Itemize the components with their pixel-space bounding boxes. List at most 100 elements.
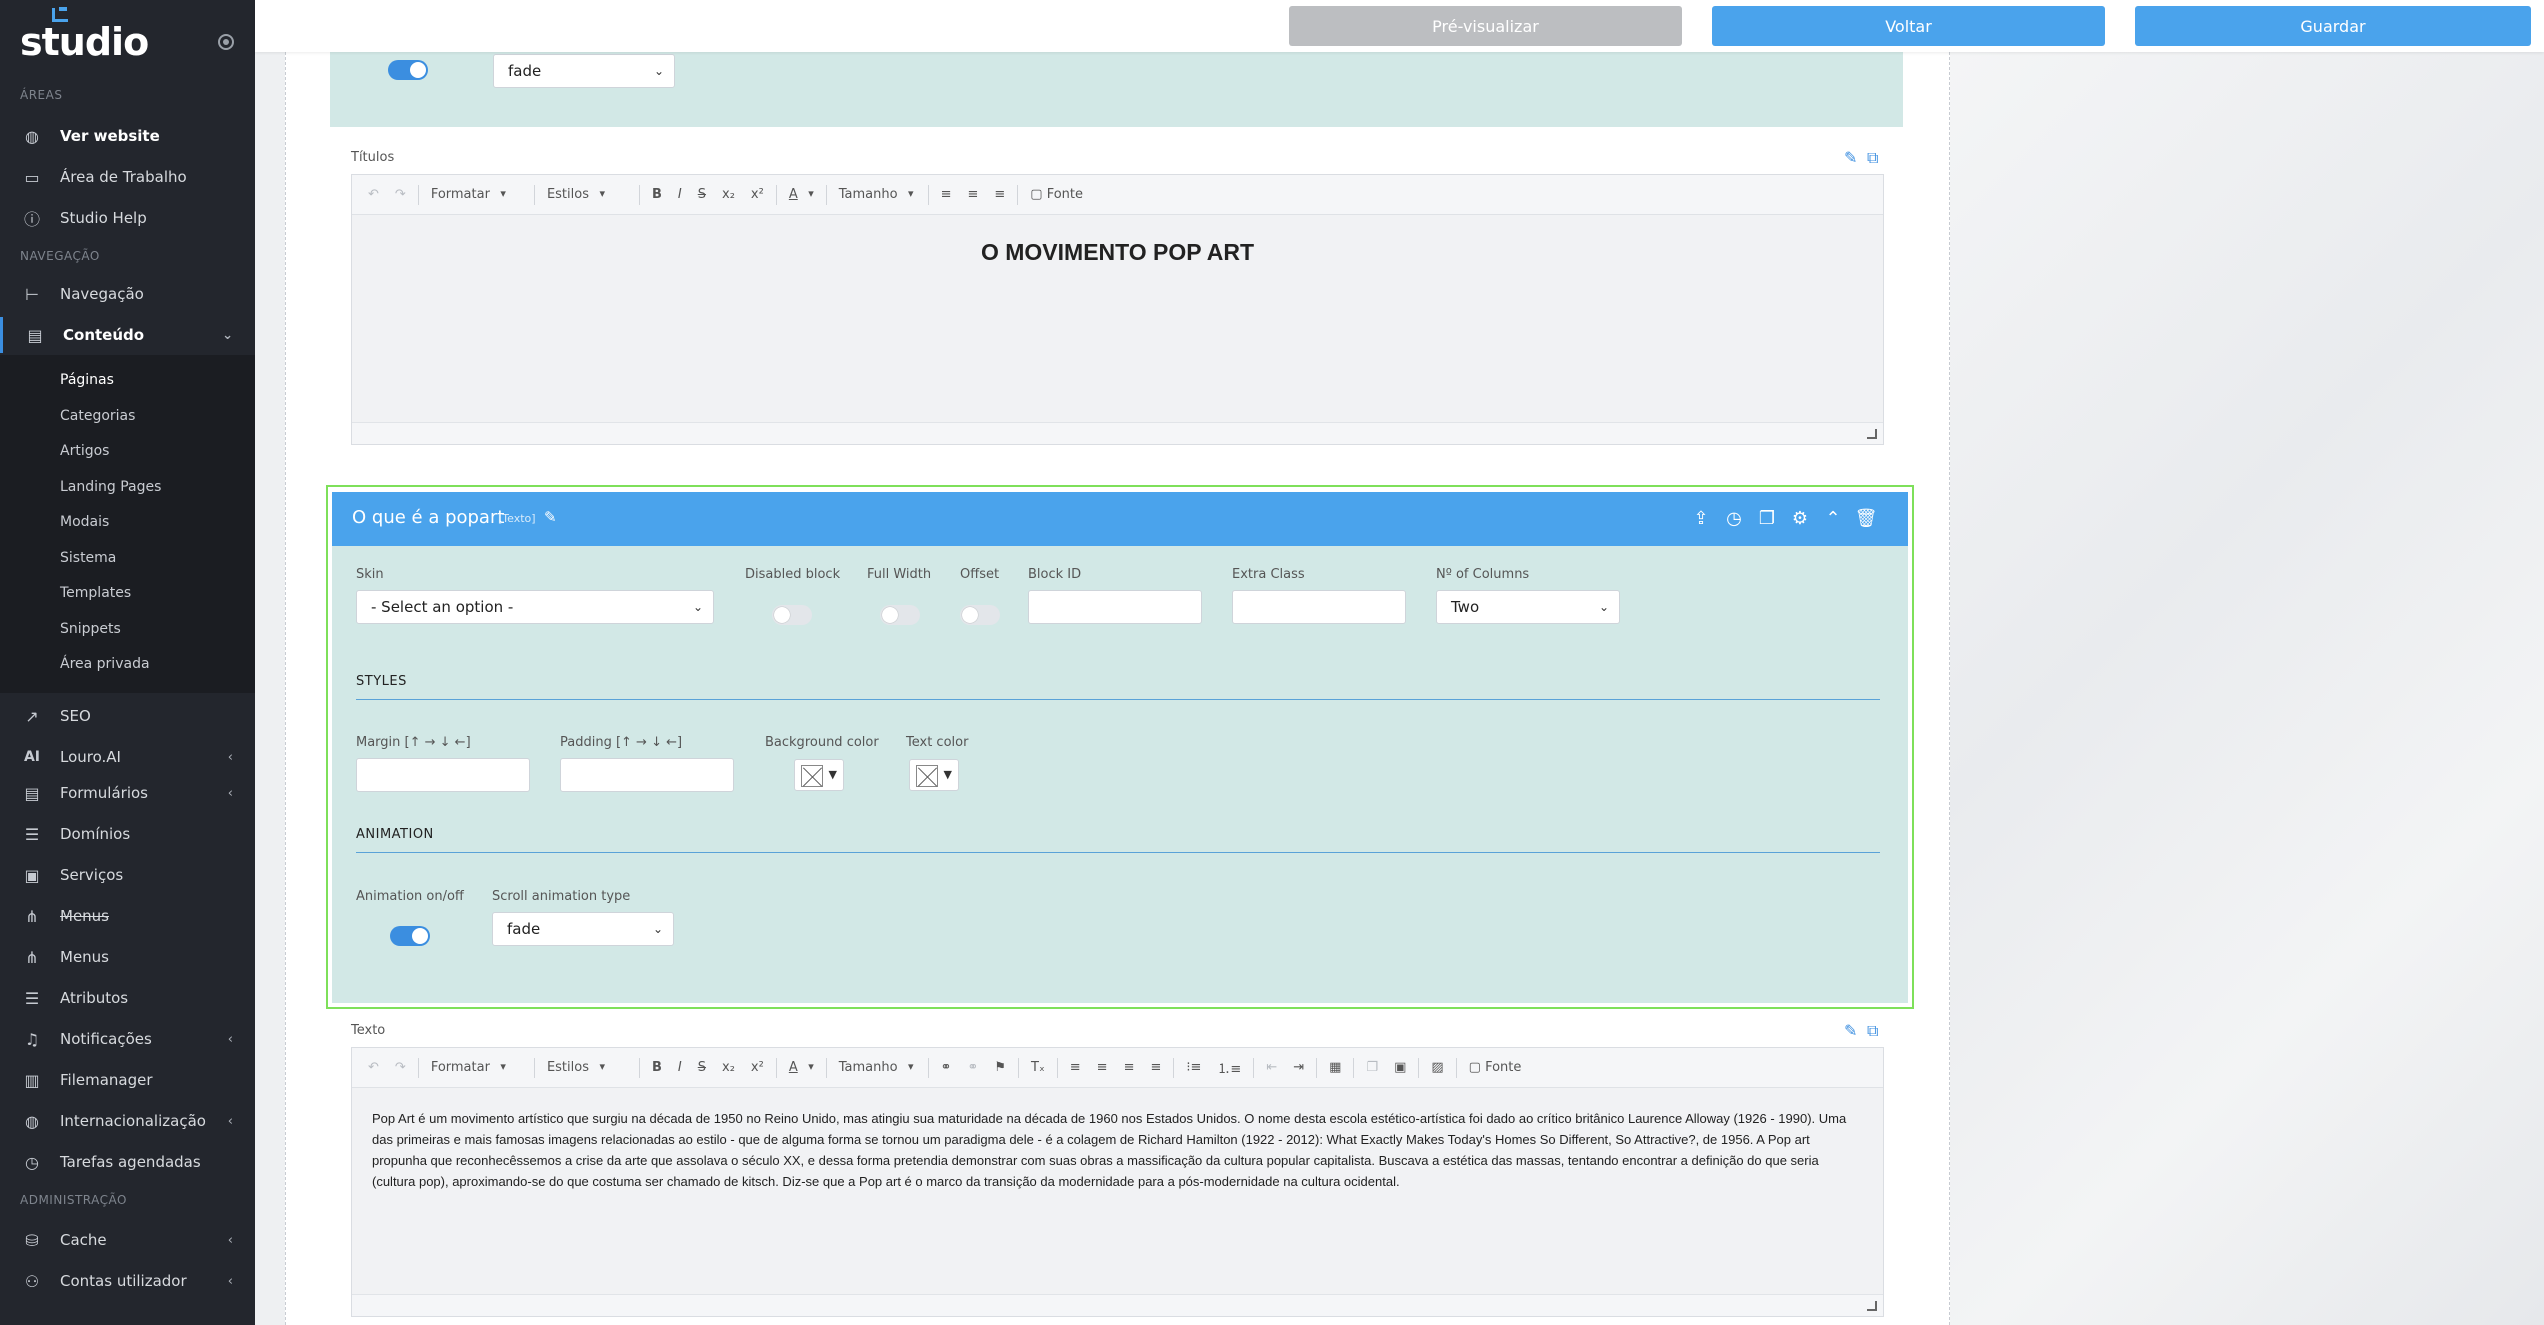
sidebar-item-contas[interactable]: ⚇ Contas utilizador ‹ — [0, 1263, 255, 1299]
image-icon[interactable]: ▨ — [1431, 1060, 1443, 1075]
subscript-button[interactable]: x₂ — [722, 1060, 735, 1075]
bold-button[interactable]: B — [652, 1060, 662, 1075]
back-button[interactable]: Voltar — [1712, 6, 2105, 46]
titulos-heading[interactable]: O MOVIMENTO POP ART — [352, 215, 1883, 422]
align-center-icon[interactable]: ≡ — [1097, 1060, 1108, 1075]
animation-toggle[interactable] — [390, 926, 430, 946]
resize-handle[interactable] — [352, 1294, 1883, 1316]
link-icon[interactable]: ⚭ — [941, 1060, 952, 1075]
size-dropdown[interactable]: Tamanho — [839, 187, 914, 202]
indent-icon[interactable]: ⇥ — [1293, 1060, 1304, 1075]
translate-icon[interactable]: ⧉ — [1867, 1021, 1878, 1041]
texto-editor[interactable]: ↶ ↷ Formatar Estilos B I S x₂ x² A Taman… — [351, 1047, 1884, 1317]
upload-icon[interactable]: ⇪ — [1690, 507, 1712, 529]
size-dropdown[interactable]: Tamanho — [839, 1060, 914, 1075]
bg-color-picker[interactable]: ▼ — [794, 759, 844, 791]
clear-format-icon[interactable]: Tₓ — [1031, 1060, 1045, 1075]
sidebar-item-filemanager[interactable]: ▥ Filemanager — [0, 1062, 255, 1098]
source-button[interactable]: ▢ Fonte — [1030, 187, 1083, 202]
subitem-area-privada[interactable]: Área privada — [60, 656, 150, 672]
undo-icon[interactable]: ↶ — [368, 1060, 379, 1075]
history-icon[interactable]: ◷ — [1723, 507, 1745, 529]
subitem-categorias[interactable]: Categorias — [60, 408, 135, 424]
text-color-picker[interactable]: ▼ — [909, 759, 959, 791]
sidebar-item-ver-website[interactable]: ◍ Ver website — [0, 118, 255, 154]
animation-type-select[interactable]: fade ⌄ — [492, 912, 674, 946]
anchor-flag-icon[interactable]: ⚑ — [994, 1060, 1006, 1075]
titulos-editor[interactable]: ↶ ↷ Formatar Estilos B I S x₂ x² A Taman… — [351, 174, 1884, 445]
magic-wand-icon[interactable]: ✎ — [1844, 1021, 1857, 1040]
subitem-landing-pages[interactable]: Landing Pages — [60, 479, 161, 495]
sidebar-item-internacionalizacao[interactable]: ◍ Internacionalização ‹ — [0, 1103, 255, 1139]
skin-select[interactable]: - Select an option - ⌄ — [356, 590, 714, 624]
italic-button[interactable]: I — [678, 187, 682, 202]
edit-icon[interactable]: ✎ — [544, 508, 557, 526]
outdent-icon[interactable]: ⇤ — [1266, 1060, 1277, 1075]
align-justify-icon[interactable]: ≡ — [1150, 1060, 1161, 1075]
redo-icon[interactable]: ↷ — [395, 1060, 406, 1075]
table-icon[interactable]: ▦ — [1329, 1060, 1341, 1075]
bullet-list-icon[interactable]: ⁝≡ — [1186, 1060, 1201, 1075]
sidebar-item-navegacao[interactable]: ⊢ Navegação — [0, 276, 255, 312]
align-left-icon[interactable]: ≡ — [941, 187, 952, 202]
strike-button[interactable]: S — [698, 1060, 706, 1075]
align-right-icon[interactable]: ≡ — [1124, 1060, 1135, 1075]
sidebar-item-area-trabalho[interactable]: ▭ Área de Trabalho — [0, 159, 255, 195]
sidebar-item-menus[interactable]: ⋔ Menus — [0, 939, 255, 975]
trash-icon[interactable]: 🗑 — [1855, 507, 1878, 529]
superscript-button[interactable]: x² — [751, 187, 764, 202]
padding-input[interactable] — [560, 758, 734, 792]
subitem-paginas[interactable]: Páginas — [60, 372, 114, 388]
copy-icon[interactable]: ❐ — [1366, 1060, 1378, 1075]
save-button[interactable]: Guardar — [2135, 6, 2531, 46]
sidebar-item-dominios[interactable]: ☰ Domínios — [0, 816, 255, 852]
sidebar-item-formularios[interactable]: ▤ Formulários ‹ — [0, 775, 255, 811]
translate-icon[interactable]: ⧉ — [1867, 148, 1878, 168]
styles-dropdown[interactable]: Estilos — [547, 1060, 605, 1075]
columns-select[interactable]: Two ⌄ — [1436, 590, 1620, 624]
styles-dropdown[interactable]: Estilos — [547, 187, 605, 202]
superscript-button[interactable]: x² — [751, 1060, 764, 1075]
sidebar-item-conteudo[interactable]: ▤ Conteúdo ⌄ — [0, 317, 255, 353]
format-dropdown[interactable]: Formatar — [431, 1060, 506, 1075]
subscript-button[interactable]: x₂ — [722, 187, 735, 202]
text-color-button[interactable]: A — [789, 1060, 814, 1075]
align-center-icon[interactable]: ≡ — [967, 187, 978, 202]
align-left-icon[interactable]: ≡ — [1070, 1060, 1081, 1075]
resize-handle[interactable] — [352, 422, 1883, 444]
bold-button[interactable]: B — [652, 187, 662, 202]
block-header[interactable]: O que é a popart [Texto] ✎ ⇪ ◷ ❐ ⚙ ⌃ 🗑 — [332, 492, 1908, 546]
sidebar-item-menus-old[interactable]: ⋔ Menus — [0, 898, 255, 934]
extra-class-input[interactable] — [1232, 590, 1406, 624]
sidebar-item-studio-help[interactable]: ⓘ Studio Help — [0, 200, 255, 236]
align-right-icon[interactable]: ≡ — [994, 187, 1005, 202]
italic-button[interactable]: I — [678, 1060, 682, 1075]
margin-input[interactable] — [356, 758, 530, 792]
subitem-modais[interactable]: Modais — [60, 514, 109, 530]
sidebar-item-louro-ai[interactable]: AI Louro.AI ‹ — [0, 739, 255, 775]
magic-wand-icon[interactable]: ✎ — [1844, 148, 1857, 167]
previous-animation-select[interactable]: fade ⌄ — [493, 54, 675, 88]
subitem-templates[interactable]: Templates — [60, 585, 131, 601]
sidebar-item-tarefas[interactable]: ◷ Tarefas agendadas — [0, 1144, 255, 1180]
previous-animation-toggle[interactable] — [388, 60, 428, 80]
texto-body[interactable]: Pop Art é um movimento artístico que sur… — [352, 1088, 1883, 1294]
block-id-input[interactable] — [1028, 590, 1202, 624]
full-width-toggle[interactable] — [880, 605, 920, 625]
undo-icon[interactable]: ↶ — [368, 187, 379, 202]
subitem-snippets[interactable]: Snippets — [60, 621, 121, 637]
sidebar-item-atributos[interactable]: ☰ Atributos — [0, 980, 255, 1016]
subitem-sistema[interactable]: Sistema — [60, 550, 116, 566]
subitem-artigos[interactable]: Artigos — [60, 443, 109, 459]
sidebar-item-seo[interactable]: ↗ SEO — [0, 698, 255, 734]
chevron-up-icon[interactable]: ⌃ — [1822, 507, 1844, 529]
preview-button[interactable]: Pré-visualizar — [1289, 6, 1682, 46]
sidebar-item-servicos[interactable]: ▣ Serviços — [0, 857, 255, 893]
offset-toggle[interactable] — [960, 605, 1000, 625]
source-button[interactable]: ▢ Fonte — [1469, 1060, 1522, 1075]
gear-icon[interactable]: ⚙ — [1789, 507, 1811, 529]
unlink-icon[interactable]: ⚭ — [967, 1060, 978, 1075]
block-o-que-e-popart[interactable]: O que é a popart [Texto] ✎ ⇪ ◷ ❐ ⚙ ⌃ 🗑 S… — [326, 485, 1914, 1009]
text-color-button[interactable]: A — [789, 187, 814, 202]
strike-button[interactable]: S — [698, 187, 706, 202]
